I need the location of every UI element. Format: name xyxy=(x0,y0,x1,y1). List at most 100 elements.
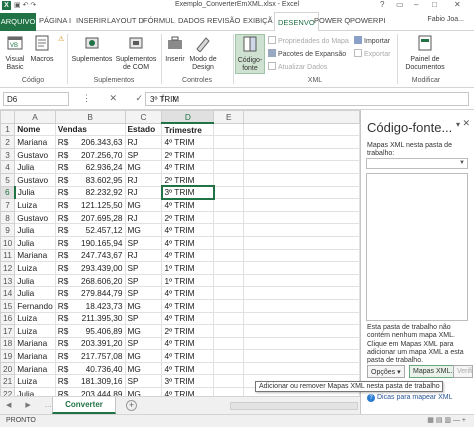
header-cell[interactable]: Vendas xyxy=(54,122,126,137)
row-header[interactable]: 10 xyxy=(0,235,16,250)
row-header[interactable]: 17 xyxy=(0,324,16,338)
empty-cell[interactable] xyxy=(243,147,360,162)
empty-cell[interactable] xyxy=(213,324,245,338)
row-header[interactable]: 21 xyxy=(0,374,16,389)
row-header[interactable]: 18 xyxy=(0,336,16,351)
row-header[interactable]: 6 xyxy=(0,185,16,200)
name-cell[interactable]: Fernando xyxy=(14,298,56,313)
sales-cell[interactable]: R$ 207.256,70 xyxy=(54,147,126,162)
sheet-tab-converter[interactable]: Converter xyxy=(52,397,116,414)
name-cell[interactable]: Mariana xyxy=(14,248,56,263)
quarter-cell[interactable]: 1º TRIM xyxy=(161,261,215,275)
state-cell[interactable]: MG xyxy=(124,198,163,212)
empty-cell[interactable] xyxy=(213,374,245,389)
name-cell[interactable]: Gustavo xyxy=(14,172,56,187)
state-cell[interactable]: SP xyxy=(124,261,163,275)
row-header[interactable]: 11 xyxy=(0,248,16,263)
state-cell[interactable]: SP xyxy=(124,147,163,162)
view-zoom-controls[interactable]: ▦ ▤ ▥ — + xyxy=(427,416,466,424)
row-header[interactable]: 22 xyxy=(0,387,16,396)
column-header-e[interactable]: E xyxy=(213,110,245,124)
expansion-packs-button[interactable]: Pacotes de Expansão xyxy=(268,49,346,58)
state-cell[interactable]: MG xyxy=(124,298,163,313)
sales-cell[interactable]: R$ 293.439,00 xyxy=(54,261,126,275)
sales-cell[interactable]: R$ 40.736,40 xyxy=(54,361,126,376)
state-cell[interactable]: RJ xyxy=(124,185,163,200)
state-cell[interactable]: SP xyxy=(124,286,163,300)
sales-cell[interactable]: R$ 83.602,95 xyxy=(54,172,126,187)
row-header[interactable]: 15 xyxy=(0,298,16,313)
quarter-cell[interactable]: 2º TRIM xyxy=(161,324,215,338)
state-cell[interactable]: MG xyxy=(124,387,163,396)
header-cell[interactable] xyxy=(213,122,245,137)
sales-cell[interactable]: R$ 82.232,92 xyxy=(54,185,126,200)
state-cell[interactable]: SP xyxy=(124,336,163,351)
empty-cell[interactable] xyxy=(213,286,245,300)
minimize-button[interactable]: – xyxy=(414,0,418,9)
user-name[interactable]: Fabio Joa... xyxy=(427,16,464,23)
quarter-cell[interactable]: 2º TRIM xyxy=(161,210,215,225)
quarter-cell[interactable]: 4º TRIM xyxy=(161,160,215,174)
empty-cell[interactable] xyxy=(213,135,245,149)
empty-cell[interactable] xyxy=(243,311,360,326)
tab-data[interactable]: DADOS xyxy=(178,16,205,25)
quarter-cell[interactable]: 3º TRIM xyxy=(161,374,215,389)
add-ins-button[interactable]: Suplementos xyxy=(70,34,114,64)
empty-cell[interactable] xyxy=(213,147,245,162)
name-cell[interactable]: Julia xyxy=(14,185,56,200)
empty-cell[interactable] xyxy=(243,361,360,376)
pane-close-icon[interactable]: ✕ xyxy=(462,118,470,129)
quarter-cell[interactable]: 4º TRIM xyxy=(161,135,215,149)
name-cell[interactable]: Gustavo xyxy=(14,210,56,225)
name-cell[interactable]: Mariana xyxy=(14,135,56,149)
quarter-cell[interactable]: 4º TRIM xyxy=(161,298,215,313)
row-header[interactable]: 9 xyxy=(0,223,16,237)
quarter-cell[interactable]: 4º TRIM xyxy=(161,223,215,237)
name-cell[interactable]: Julia xyxy=(14,387,56,396)
select-all-corner[interactable] xyxy=(0,110,16,124)
row-header[interactable]: 19 xyxy=(0,349,16,363)
sales-cell[interactable]: R$ 62.936,24 xyxy=(54,160,126,174)
macro-security-warning-icon[interactable]: ⚠ xyxy=(58,35,64,43)
sales-cell[interactable]: R$ 95.406,89 xyxy=(54,324,126,338)
empty-cell[interactable] xyxy=(243,185,360,200)
document-panel-button[interactable]: Painel de Documentos xyxy=(400,34,450,72)
help-button[interactable]: ? xyxy=(380,0,384,9)
help-link[interactable]: ? Dicas para mapear XML xyxy=(367,394,452,402)
tab-view[interactable]: EXIBIÇÃ xyxy=(243,16,273,25)
sheet-nav-arrows[interactable]: ◀ ▶ … xyxy=(6,401,58,409)
quarter-cell[interactable]: 4º TRIM xyxy=(161,286,215,300)
row-header[interactable]: 16 xyxy=(0,311,16,326)
empty-cell[interactable] xyxy=(243,160,360,174)
ribbon-display-button[interactable]: ▭ xyxy=(396,0,404,9)
quarter-cell[interactable]: 4º TRIM xyxy=(161,198,215,212)
options-button[interactable]: Opções ▾ xyxy=(367,365,405,378)
visual-basic-button[interactable]: VB Visual Basic xyxy=(2,34,28,72)
row-header[interactable]: 8 xyxy=(0,210,16,225)
import-button[interactable]: Importar xyxy=(354,36,390,45)
cell-table[interactable]: A B C D E 1 Nome Vendas Estado Trimestre 2 Mar… xyxy=(0,110,360,396)
empty-cell[interactable] xyxy=(243,198,360,212)
row-header[interactable]: 13 xyxy=(0,273,16,288)
verify-map-button[interactable]: Verificação... xyxy=(453,365,473,378)
empty-cell[interactable] xyxy=(213,273,245,288)
state-cell[interactable]: MG xyxy=(124,223,163,237)
state-cell[interactable]: SP xyxy=(124,374,163,389)
state-cell[interactable]: MG xyxy=(124,361,163,376)
empty-cell[interactable] xyxy=(213,361,245,376)
tab-formulas[interactable]: FÓRMUL xyxy=(143,16,175,25)
quarter-cell[interactable]: 4º TRIM xyxy=(161,336,215,351)
column-header-b[interactable]: B xyxy=(54,110,126,124)
empty-cell[interactable] xyxy=(243,223,360,237)
row-header[interactable]: 5 xyxy=(0,172,16,187)
state-cell[interactable]: MG xyxy=(124,349,163,363)
quarter-cell[interactable]: 2º TRIM xyxy=(161,147,215,162)
pane-options-chevron-icon[interactable]: ▾ xyxy=(456,120,460,129)
name-cell[interactable]: Luiza xyxy=(14,311,56,326)
name-cell[interactable]: Luiza xyxy=(14,374,56,389)
name-cell[interactable]: Luiza xyxy=(14,198,56,212)
state-cell[interactable]: MG xyxy=(124,324,163,338)
quarter-cell[interactable]: 2º TRIM xyxy=(161,172,215,187)
sales-cell[interactable]: R$ 211.395,30 xyxy=(54,311,126,326)
empty-cell[interactable] xyxy=(243,172,360,187)
